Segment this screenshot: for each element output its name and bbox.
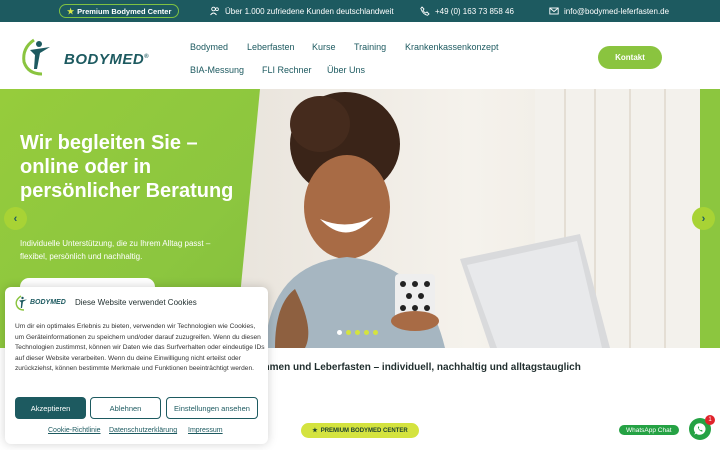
intro-headline: ehmen und Leberfasten – individuell, nac… — [258, 362, 581, 373]
chevron-right-icon: › — [701, 212, 706, 225]
nav-item-kurse[interactable]: Kurse — [312, 42, 336, 52]
nav-item-bia-messung[interactable]: BIA-Messung — [190, 65, 244, 75]
nav-item-krankenkassenkonzept[interactable]: Krankenkassenkonzept — [405, 42, 499, 52]
star-icon: ★ — [312, 428, 318, 434]
nav-item-leberfasten[interactable]: Leberfasten — [247, 42, 295, 52]
mail-icon — [549, 7, 559, 15]
logo-wordmark: BODYMED® — [64, 51, 150, 68]
decline-button[interactable]: Ablehnen — [90, 397, 161, 419]
email-text: info@bodymed-leferfasten.de — [564, 6, 670, 16]
bodymed-logo[interactable]: BODYMED® — [20, 36, 150, 78]
accept-button[interactable]: Akzeptieren — [15, 397, 86, 419]
slider-dot[interactable] — [346, 330, 351, 335]
chevron-left-icon: ‹ — [13, 212, 18, 225]
slider-dot[interactable] — [373, 330, 378, 335]
cookie-logo-wordmark: BODYMED — [30, 299, 66, 306]
cookie-logo: BODYMED — [15, 295, 71, 311]
cookie-title: Diese Website verwendet Cookies — [75, 298, 197, 307]
premium-center-label: Premium Bodymed Center — [77, 6, 172, 16]
customers-text: Über 1.000 zufriedene Kunden deutschland… — [225, 6, 394, 16]
privacy-policy-link[interactable]: Datenschutzerklärung — [109, 427, 177, 434]
nav-item-training[interactable]: Training — [354, 42, 386, 52]
hero-title: Wir begleiten Sie – online oder in persö… — [20, 132, 234, 202]
slider-prev-button[interactable]: ‹ — [4, 207, 27, 230]
star-icon: ★ — [67, 6, 75, 16]
cookie-policy-link[interactable]: Cookie-Richtlinie — [48, 427, 101, 434]
nav-item-fli-rechner[interactable]: FLI Rechner — [262, 65, 312, 75]
hero-subtitle: Individuelle Unterstützung, die zu Ihrem… — [20, 239, 211, 261]
settings-button[interactable]: Einstellungen ansehen — [166, 397, 258, 419]
whatsapp-notification-badge: 1 — [705, 415, 715, 425]
phone-icon — [420, 6, 430, 16]
cookie-consent-dialog: BODYMED Diese Website verwendet Cookies … — [5, 287, 268, 444]
contact-button[interactable]: Kontakt — [598, 46, 662, 69]
slider-next-button[interactable]: › — [692, 207, 715, 230]
phone-text: +49 (0) 163 73 858 46 — [435, 6, 514, 16]
hero-photo — [235, 89, 705, 348]
users-icon — [210, 6, 219, 16]
slider-dot[interactable] — [337, 330, 342, 335]
top-bar: ★ Premium Bodymed Center Über 1.000 zufr… — [0, 0, 720, 22]
phone-link[interactable]: +49 (0) 163 73 858 46 — [420, 6, 514, 16]
customers-info: Über 1.000 zufriedene Kunden deutschland… — [210, 6, 394, 16]
logo-figure-icon — [22, 38, 50, 76]
cookie-description: Um dir ein optimales Erlebnis zu bieten,… — [15, 323, 265, 373]
slider-dot[interactable] — [355, 330, 360, 335]
slider-dots — [337, 330, 378, 335]
imprint-link[interactable]: Impressum — [188, 427, 223, 434]
slider-dot[interactable] — [364, 330, 369, 335]
premium-center-pill-label: PREMIUM BODYMED CENTER — [320, 427, 408, 434]
whatsapp-chat-label[interactable]: WhatsApp Chat — [619, 425, 679, 435]
nav-item-ueber-uns[interactable]: Über Uns — [327, 65, 365, 75]
nav-item-bodymed[interactable]: Bodymed — [190, 42, 228, 52]
email-link[interactable]: info@bodymed-leferfasten.de — [549, 6, 669, 16]
logo-figure-icon — [15, 295, 27, 311]
site-header: BODYMED® Bodymed Leberfasten Kurse Train… — [0, 22, 720, 89]
premium-center-pill[interactable]: ★ PREMIUM BODYMED CENTER — [301, 423, 419, 438]
premium-center-badge[interactable]: ★ Premium Bodymed Center — [59, 4, 180, 18]
whatsapp-icon — [693, 423, 706, 435]
